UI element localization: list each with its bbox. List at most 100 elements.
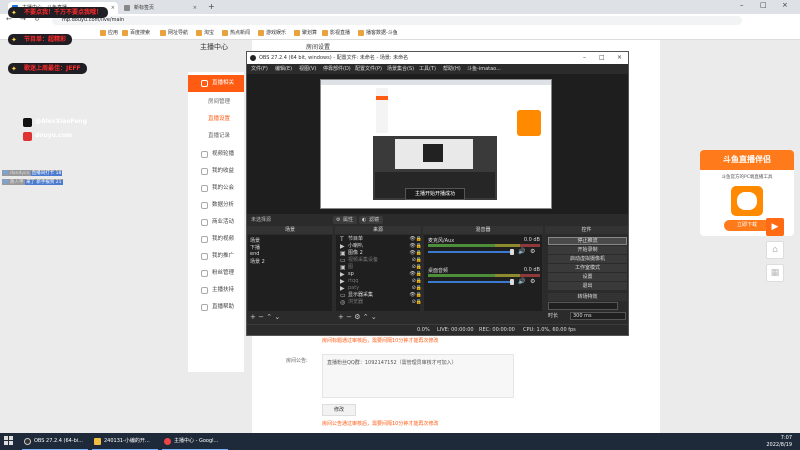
source-item[interactable]: ▶ rtqq ⊘🔒: [340, 278, 422, 285]
source-item[interactable]: ▣ 图像 2 👁🔒: [340, 250, 422, 257]
visibility-lock-icon[interactable]: ⊘🔒: [412, 285, 422, 292]
address-bar[interactable]: mp.douyu.com/live/main: [52, 16, 742, 25]
maximize-icon[interactable]: □: [599, 52, 605, 64]
add-icon[interactable]: +: [250, 313, 256, 321]
visibility-lock-icon[interactable]: ⊘🔒: [412, 299, 422, 306]
source-item[interactable]: ▶ paty ⊘🔒: [340, 285, 422, 292]
visibility-lock-icon[interactable]: 👁🔒: [409, 292, 422, 299]
sidebar-item-support[interactable]: 主播扶持: [188, 282, 244, 299]
play-icon[interactable]: ▶: [766, 218, 784, 236]
sidebar-item-video[interactable]: 视频轮播: [188, 146, 244, 163]
source-item[interactable]: ▭ 视频采集设备 ⊘🔒: [340, 257, 422, 264]
sidebar-sub-records[interactable]: 直播记录: [188, 128, 244, 145]
sidebar-item-fans[interactable]: 粉丝管理: [188, 265, 244, 282]
remove-icon[interactable]: −: [258, 313, 264, 321]
menu-profile[interactable]: 配置文件(P): [355, 65, 382, 72]
sidebar-item-business[interactable]: 商业活动: [188, 214, 244, 231]
gear-icon[interactable]: ⚙: [354, 313, 360, 321]
visibility-lock-icon[interactable]: ⊘🔒: [412, 257, 422, 264]
properties-button[interactable]: ⚙ 属性: [333, 216, 358, 224]
minimize-icon[interactable]: –: [583, 52, 586, 64]
bookmark-item[interactable]: 游戏娱乐: [258, 29, 286, 36]
visibility-lock-icon[interactable]: ⊘🔒: [412, 264, 422, 271]
bookmark-item[interactable]: 热点新闻: [222, 29, 250, 36]
menu-scene-collection[interactable]: 场景集合(S): [387, 65, 414, 72]
stop-streaming-button[interactable]: 停止推流: [548, 237, 627, 245]
modify-button[interactable]: 修改: [322, 404, 356, 416]
taskbar-chrome[interactable]: 主播中心 - Googl...: [162, 433, 228, 450]
visibility-lock-icon[interactable]: 👁🔒: [409, 271, 422, 278]
fader-handle[interactable]: [510, 249, 514, 255]
windows-start-icon[interactable]: [4, 436, 14, 446]
browser-tab[interactable]: 新标签页 ×: [120, 2, 200, 14]
bookmark-item[interactable]: 影视直播: [322, 29, 350, 36]
move-up-icon[interactable]: ⌃: [266, 313, 272, 321]
home-icon[interactable]: ⌂: [766, 241, 784, 259]
virtual-camera-button[interactable]: 启动虚拟摄像机: [548, 255, 627, 263]
source-item[interactable]: ▶ 小喇叭 👁🔒: [340, 243, 422, 250]
source-item[interactable]: ▭ 显示器采集 👁🔒: [340, 292, 422, 299]
bookmark-item[interactable]: 播客数据-斗鱼: [358, 29, 398, 36]
obs-preview[interactable]: 主播开始开播成功: [247, 74, 628, 214]
visibility-lock-icon[interactable]: 👁🔒: [409, 236, 422, 243]
notice-textarea[interactable]: 直播粉丝QQ群：1092147152（需管理员审核才可加入）: [322, 354, 514, 398]
taskbar-obs[interactable]: OBS 27.2.4 (64-bi...: [22, 433, 88, 450]
remove-icon[interactable]: −: [346, 313, 352, 321]
bookmark-item[interactable]: 网址导航: [160, 29, 188, 36]
sidebar-item-promo[interactable]: 我的推广: [188, 248, 244, 265]
speaker-icon[interactable]: 🔊: [518, 248, 525, 255]
bookmark-item[interactable]: 聚划算: [294, 29, 317, 36]
download-button[interactable]: 立即下载: [724, 220, 770, 231]
source-item[interactable]: T 节目单 👁🔒: [340, 236, 422, 243]
move-down-icon[interactable]: ⌄: [371, 313, 377, 321]
menu-edit[interactable]: 编辑(E): [275, 65, 292, 72]
scene-item[interactable]: end: [250, 251, 259, 257]
move-down-icon[interactable]: ⌄: [274, 313, 280, 321]
menu-file[interactable]: 文件(F): [251, 65, 268, 72]
sidebar-sub-room[interactable]: 房间管理: [188, 94, 244, 111]
menu-douyu-plugin[interactable]: 斗鱼-imatao...: [467, 65, 501, 72]
volume-fader[interactable]: [428, 281, 512, 283]
settings-button[interactable]: 设置: [548, 273, 627, 281]
minimize-icon[interactable]: –: [740, 1, 744, 9]
volume-fader[interactable]: [428, 251, 512, 253]
sidebar-item-help[interactable]: 直播帮助: [188, 299, 244, 316]
close-tab-icon[interactable]: ×: [193, 2, 197, 14]
taskbar-folder[interactable]: 240131-小编的开...: [92, 433, 158, 450]
source-item[interactable]: ▶ sp 👁🔒: [340, 271, 422, 278]
start-recording-button[interactable]: 开始录制: [548, 246, 627, 254]
filters-button[interactable]: ◐ 滤镜: [359, 216, 384, 224]
new-tab-icon[interactable]: +: [208, 2, 215, 11]
sidebar-sub-settings[interactable]: 直播设置: [188, 111, 244, 128]
menu-view[interactable]: 视图(V): [299, 65, 316, 72]
sidebar-item-income[interactable]: 我的收益: [188, 163, 244, 180]
clock-date[interactable]: 2022/8/19: [766, 442, 792, 448]
scene-item[interactable]: 场景 2: [250, 258, 265, 265]
fader-handle[interactable]: [510, 279, 514, 285]
gear-icon[interactable]: ⚙: [530, 248, 535, 255]
clock-time[interactable]: 7:07: [781, 435, 792, 441]
sidebar-item-data[interactable]: 数据分析: [188, 197, 244, 214]
scene-item[interactable]: 下播: [250, 244, 260, 251]
exit-button[interactable]: 退出: [548, 282, 627, 290]
close-tab-icon[interactable]: ×: [111, 2, 115, 14]
menu-tools[interactable]: 工具(T): [419, 65, 436, 72]
gear-icon[interactable]: ⚙: [530, 278, 535, 285]
add-icon[interactable]: +: [338, 313, 344, 321]
obs-titlebar[interactable]: OBS 27.2.4 (64 bit, windows) - 配置文件: 未命名…: [247, 52, 628, 64]
maximize-icon[interactable]: □: [760, 1, 767, 9]
move-up-icon[interactable]: ⌃: [363, 313, 369, 321]
sidebar-item-guild[interactable]: 我的公会: [188, 180, 244, 197]
obs-window[interactable]: OBS 27.2.4 (64 bit, windows) - 配置文件: 未命名…: [246, 51, 629, 336]
visibility-lock-icon[interactable]: 👁🔒: [409, 250, 422, 257]
studio-mode-button[interactable]: 工作室模式: [548, 264, 627, 272]
source-item[interactable]: ▣ 图 ⊘🔒: [340, 264, 422, 271]
sidebar-item-my-videos[interactable]: 我的视频: [188, 231, 244, 248]
menu-docks[interactable]: 停靠部件(D): [323, 65, 351, 72]
visibility-lock-icon[interactable]: ⊘🔒: [412, 278, 422, 285]
transition-select[interactable]: [548, 302, 618, 310]
source-item[interactable]: ◎ 浏览器 ⊘🔒: [340, 299, 422, 306]
close-window-icon[interactable]: ×: [617, 52, 622, 64]
menu-help[interactable]: 帮助(H): [443, 65, 461, 72]
bookmark-item[interactable]: 应用: [100, 29, 118, 36]
